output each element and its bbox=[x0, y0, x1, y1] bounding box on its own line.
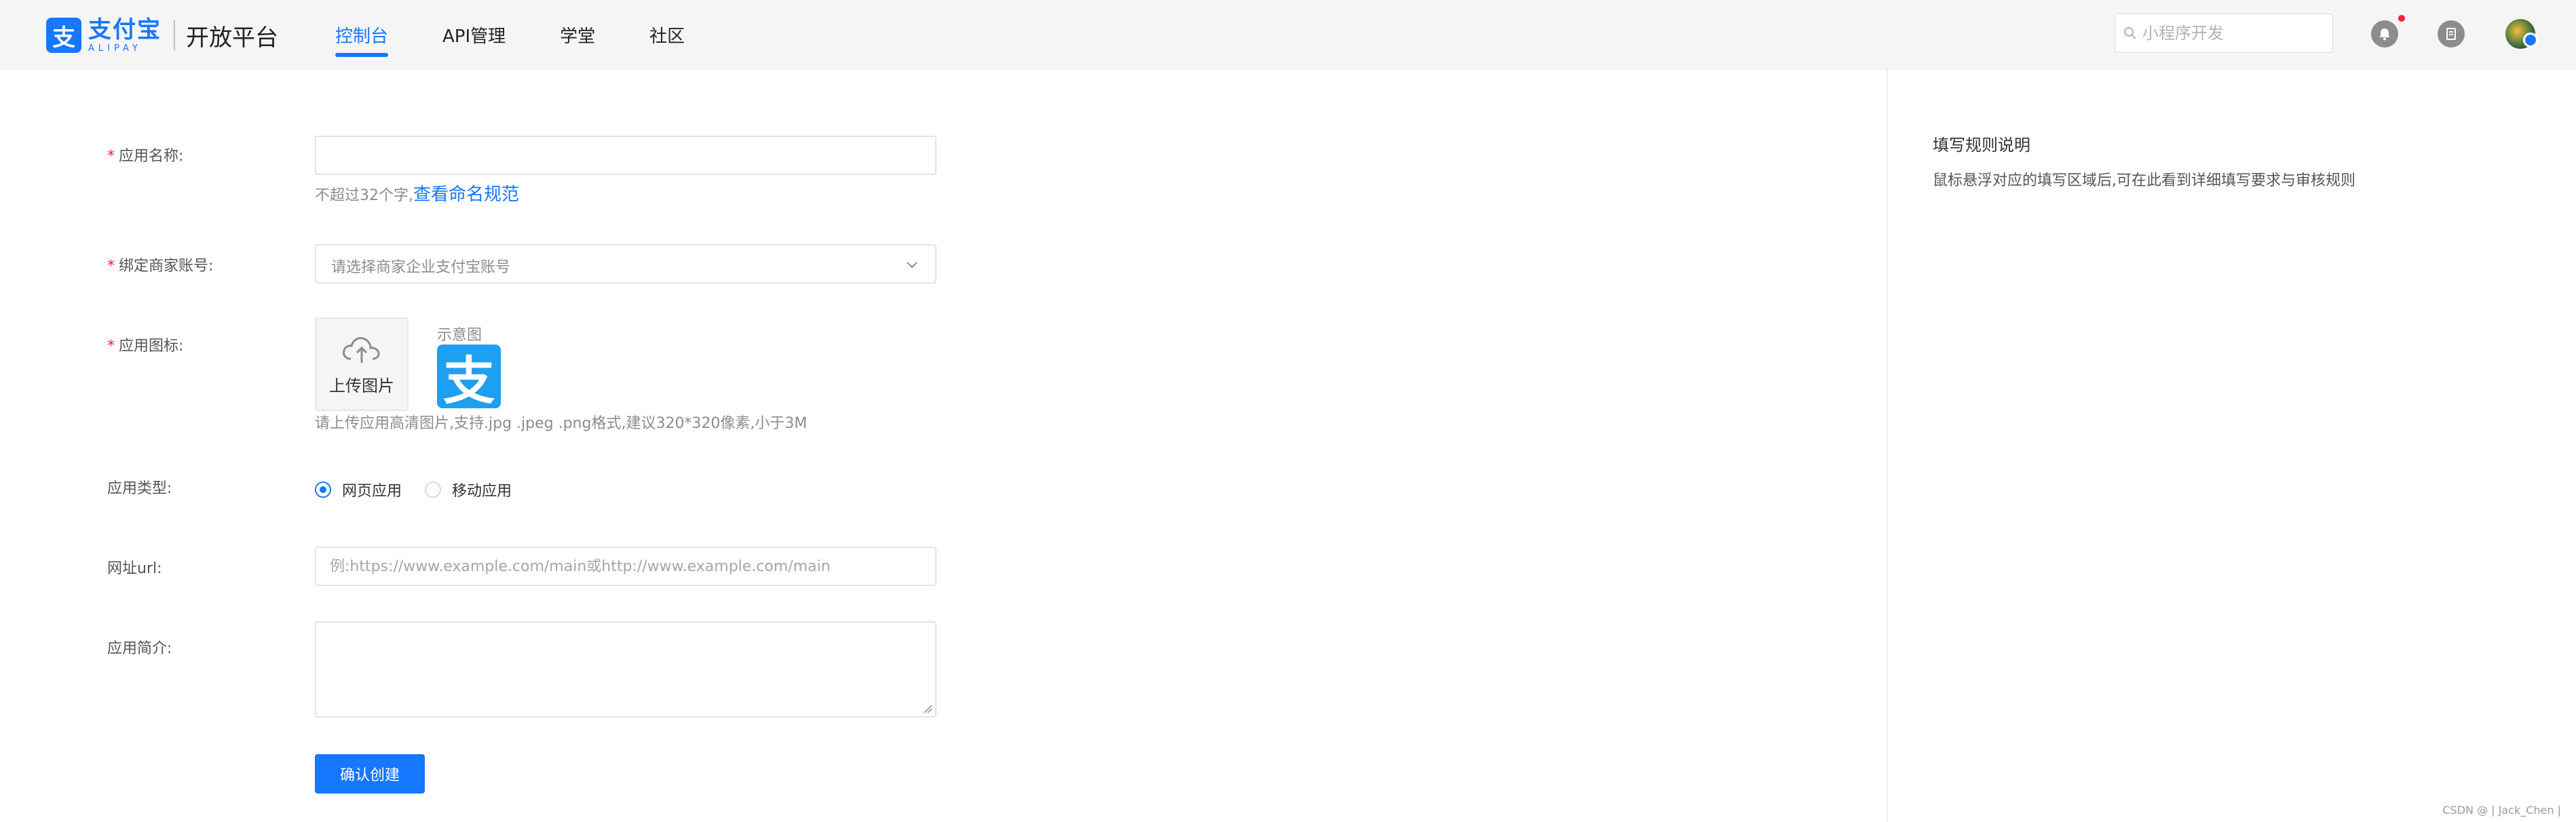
app-type-label: 应用类型: bbox=[107, 480, 172, 497]
platform-title: 开放平台 bbox=[186, 24, 278, 52]
alipay-logo[interactable]: 支 支付宝 ALIPAY 开放平台 bbox=[46, 18, 278, 53]
merchant-label: 绑定商家账号: bbox=[107, 254, 213, 275]
cloud-upload-icon bbox=[343, 336, 380, 363]
rules-description: 鼠标悬浮对应的填写区域后,可在此看到详细填写要求与审核规则 bbox=[1933, 172, 2355, 189]
nav-api-management[interactable]: API管理 bbox=[442, 0, 506, 69]
app-name-field[interactable] bbox=[315, 136, 936, 175]
top-header: 支 支付宝 ALIPAY 开放平台 控制台 API管理 学堂 社区 bbox=[0, 0, 2576, 69]
app-type-radio-group: 网页应用 移动应用 bbox=[315, 479, 535, 501]
nav-academy[interactable]: 学堂 bbox=[560, 0, 595, 69]
url-input[interactable] bbox=[316, 548, 935, 585]
main-nav: 控制台 API管理 学堂 社区 bbox=[335, 0, 739, 69]
upload-image-label: 上传图片 bbox=[329, 376, 394, 395]
url-field[interactable] bbox=[315, 547, 936, 586]
resize-handle-icon[interactable] bbox=[922, 703, 932, 713]
logo-divider bbox=[174, 20, 175, 50]
app-icon-hint: 请上传应用高清图片,支持.jpg .jpeg .png格式,建议320*320像… bbox=[315, 415, 808, 432]
app-name-hint: 不超过32个字,查看命名规范 bbox=[315, 184, 520, 205]
radio-web-app-label: 网页应用 bbox=[342, 483, 402, 500]
nav-community[interactable]: 社区 bbox=[649, 0, 685, 69]
watermark-text: CSDN @ | Jack_Chen | bbox=[2442, 804, 2561, 817]
alipay-sample-icon: 支 bbox=[437, 345, 501, 411]
search-box[interactable] bbox=[2115, 14, 2333, 53]
radio-mobile-app-label: 移动应用 bbox=[452, 483, 512, 500]
radio-web-app-control[interactable] bbox=[315, 482, 331, 498]
avatar-badge-icon bbox=[2523, 33, 2538, 47]
chevron-down-icon bbox=[907, 262, 917, 269]
app-name-label: 应用名称: bbox=[107, 144, 183, 165]
radio-mobile-app[interactable]: 移动应用 bbox=[425, 479, 512, 501]
upload-image-button[interactable]: 上传图片 bbox=[315, 317, 409, 411]
radio-mobile-app-control[interactable] bbox=[425, 482, 442, 498]
url-label: 网址url: bbox=[107, 560, 162, 577]
app-name-input[interactable] bbox=[316, 137, 935, 174]
intro-textarea[interactable] bbox=[316, 623, 935, 716]
unread-dot bbox=[2398, 15, 2405, 22]
intro-field[interactable] bbox=[315, 621, 936, 718]
confirm-create-button[interactable]: 确认创建 bbox=[315, 754, 425, 794]
naming-rules-link[interactable]: 查看命名规范 bbox=[413, 184, 519, 205]
intro-label: 应用简介: bbox=[107, 640, 172, 657]
merchant-select[interactable]: 请选择商家企业支付宝账号 bbox=[315, 244, 936, 283]
panel-divider bbox=[1887, 69, 1888, 822]
merchant-select-placeholder: 请选择商家企业支付宝账号 bbox=[331, 259, 511, 276]
search-input[interactable] bbox=[2142, 24, 2319, 43]
radio-web-app[interactable]: 网页应用 bbox=[315, 479, 402, 501]
alipay-logo-icon: 支 bbox=[46, 18, 81, 53]
notification-bell-icon[interactable] bbox=[2371, 20, 2398, 47]
logo-en-text: ALIPAY bbox=[88, 43, 142, 54]
rules-title: 填写规则说明 bbox=[1933, 136, 2030, 155]
document-icon[interactable] bbox=[2438, 20, 2465, 47]
nav-console[interactable]: 控制台 bbox=[335, 0, 389, 69]
search-icon bbox=[2124, 27, 2136, 39]
app-icon-label: 应用图标: bbox=[107, 334, 183, 355]
logo-cn-text: 支付宝 bbox=[88, 16, 162, 43]
